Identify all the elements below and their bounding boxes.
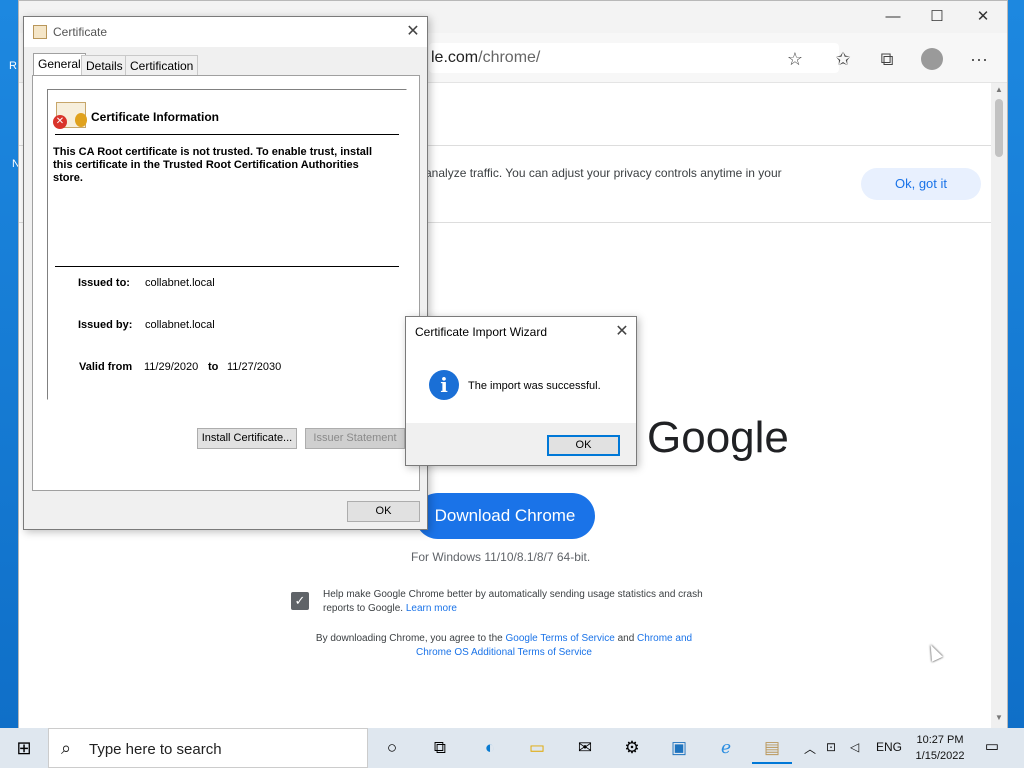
internet-explorer-icon[interactable]: ℯ	[706, 732, 746, 764]
google-terms-link[interactable]: Google Terms of Service	[505, 633, 614, 644]
error-x-icon: ✕	[53, 115, 67, 129]
wizard-close-button[interactable]: ✕	[611, 321, 633, 343]
cert-title-bar: Certificate ✕	[24, 17, 427, 47]
valid-to-label: to	[208, 361, 219, 373]
show-hidden-icons-chevron-icon[interactable]: ︿	[804, 740, 816, 757]
issued-by-label: Issued by:	[78, 319, 133, 331]
cert-general-panel: ✕ Certificate Information This CA Root c…	[32, 75, 420, 491]
search-placeholder: Type here to search	[89, 741, 222, 758]
add-favorite-icon[interactable]: ☆	[783, 47, 807, 71]
info-icon: i	[429, 370, 459, 400]
download-chrome-button[interactable]: Download Chrome	[415, 493, 595, 539]
certificate-app-icon[interactable]: ▤	[752, 732, 792, 764]
certificate-dialog: Certificate ✕ General Details Certificat…	[23, 16, 428, 530]
page-scrollbar[interactable]: ▲ ▼	[991, 83, 1007, 728]
edge-browser-icon[interactable]: ◐	[470, 732, 510, 764]
minimize-button[interactable]: —	[873, 5, 913, 29]
seal-icon	[75, 113, 87, 127]
divider	[55, 134, 399, 135]
settings-gear-icon[interactable]: ⚙	[612, 732, 652, 764]
notification-icon[interactable]: ▭	[982, 737, 1002, 757]
cert-info-heading: Certificate Information	[91, 110, 220, 124]
start-windows-icon[interactable]: ⊞	[0, 728, 48, 768]
import-wizard-dialog: Certificate Import Wizard ✕ i The import…	[405, 316, 637, 466]
hero-title: Google	[647, 413, 789, 462]
language-indicator[interactable]: ENG	[876, 740, 902, 754]
ok-got-it-button[interactable]: Ok, got it	[861, 168, 981, 200]
tab-general[interactable]: General	[33, 53, 86, 76]
favorites-icon[interactable]: ✩	[831, 47, 855, 71]
wizard-message: The import was successful.	[468, 380, 601, 392]
url-text: le.com/chrome/	[431, 49, 541, 66]
divider	[55, 266, 399, 267]
control-panel-icon[interactable]: ▣	[659, 732, 699, 764]
wizard-ok-button[interactable]: OK	[547, 435, 620, 456]
file-explorer-icon[interactable]: ▭	[517, 732, 557, 764]
mail-icon[interactable]: ✉	[565, 732, 605, 764]
profile-avatar[interactable]	[921, 48, 943, 70]
taskbar-search-box[interactable]: ⌕ Type here to search	[48, 728, 368, 768]
search-icon: ⌕	[61, 738, 72, 758]
more-menu-icon[interactable]: ···	[967, 47, 991, 71]
install-certificate-button[interactable]: Install Certificate...	[197, 428, 297, 449]
volume-muted-icon[interactable]: ◁	[850, 740, 859, 754]
issued-to-label: Issued to:	[78, 277, 130, 289]
certificate-icon	[33, 25, 47, 39]
desktop-icon-label[interactable]: R	[9, 60, 17, 72]
cert-close-button[interactable]: ✕	[402, 21, 424, 43]
certificate-info-box: ✕ Certificate Information This CA Root c…	[47, 89, 407, 400]
scroll-up-arrow[interactable]: ▲	[994, 85, 1004, 94]
maximize-button[interactable]: ☐	[917, 5, 957, 29]
taskbar: ⊞ ⌕ Type here to search ○ ⧉ ◐ ▭ ✉ ⚙ ▣ ℯ …	[0, 728, 1024, 768]
certificate-icon: ✕	[53, 102, 87, 129]
clock-time: 10:27 PM	[916, 734, 964, 746]
cert-ok-button[interactable]: OK	[347, 501, 420, 522]
tab-details[interactable]: Details	[81, 55, 128, 75]
system-clock[interactable]: 10:27 PM 1/15/2022	[905, 732, 975, 764]
scroll-thumb[interactable]	[995, 99, 1003, 157]
valid-to-value: 11/27/2030	[227, 361, 282, 373]
wizard-footer: OK	[406, 423, 636, 465]
cert-dialog-title: Certificate	[53, 25, 108, 39]
scroll-down-arrow[interactable]: ▼	[994, 713, 1004, 722]
address-bar[interactable]: le.com/chrome/	[429, 43, 839, 73]
valid-from-label: Valid from	[79, 361, 133, 373]
terms-text: By downloading Chrome, you agree to the …	[315, 633, 693, 658]
trust-warning: This CA Root certificate is not trusted.…	[53, 146, 373, 184]
issuer-statement-button[interactable]: Issuer Statement	[305, 428, 405, 449]
task-view-icon[interactable]: ⧉	[420, 732, 460, 764]
cookie-notice-text: analyze traffic. You can adjust your pri…	[425, 166, 782, 180]
learn-more-link[interactable]: Learn more	[406, 603, 457, 614]
clock-date: 1/15/2022	[915, 750, 965, 762]
issued-by-value: collabnet.local	[145, 319, 215, 331]
valid-from-value: 11/29/2020	[144, 361, 199, 373]
issued-to-value: collabnet.local	[145, 277, 215, 289]
tab-certification-path[interactable]: Certification Path	[125, 55, 199, 93]
close-button[interactable]: ✕	[963, 5, 1003, 29]
network-icon[interactable]: ⊡	[826, 740, 836, 754]
collections-icon[interactable]: ⧉	[875, 47, 899, 71]
platform-note: For Windows 11/10/8.1/8/7 64-bit.	[411, 550, 591, 564]
usage-stats-text: Help make Google Chrome better by automa…	[323, 589, 703, 614]
wizard-title: Certificate Import Wizard	[415, 325, 548, 339]
cortana-circle-icon[interactable]: ○	[372, 732, 412, 764]
usage-stats-checkbox[interactable]: ✓	[291, 592, 309, 610]
